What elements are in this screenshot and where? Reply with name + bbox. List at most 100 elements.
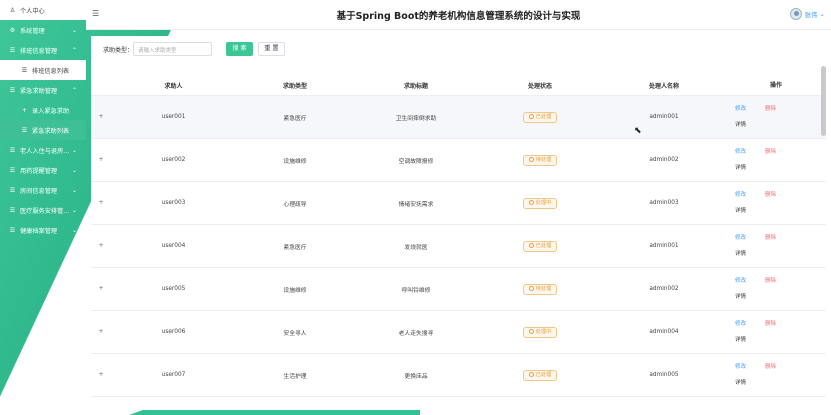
main-content: 求助类型： 请输入求助类型 搜 索 重 置 求助人 求助类型 求助标题 处理状态… <box>91 36 826 410</box>
sidebar-item-label: 健康档案管理 <box>20 227 58 235</box>
cell-user: user006 <box>161 329 186 335</box>
sidebar-item[interactable]: ☰ 房间信息管理 ⌄ <box>0 180 86 200</box>
cell-handler: admin001 <box>649 114 679 120</box>
chevron-up-icon: ⌃ <box>71 86 77 94</box>
search-button[interactable]: 搜 索 <box>226 42 253 56</box>
detail-link[interactable]: 详情 <box>735 249 746 257</box>
gear-icon: ⚙ <box>9 26 16 34</box>
delete-link[interactable]: 删除 <box>765 190 776 198</box>
edit-link[interactable]: 修改 <box>735 276 746 284</box>
expand-row-icon[interactable]: + <box>91 114 111 120</box>
cell-handler: admin003 <box>649 200 679 206</box>
sidebar-item[interactable]: ☰ 排班信息管理 ⌃ <box>0 40 86 60</box>
sidebar-item[interactable]: ☰ 紧急求助列表 <box>0 120 86 140</box>
cell-handler: admin001 <box>649 243 679 249</box>
expand-row-icon[interactable]: + <box>91 329 111 335</box>
cell-title: 情绪安抚需求 <box>398 201 434 208</box>
status-text: 已处理 <box>535 242 552 249</box>
cell-handler: admin002 <box>649 286 679 292</box>
status-badge: 待处理 <box>522 154 558 166</box>
detail-link[interactable]: 详情 <box>735 206 746 214</box>
top-header: ☰ 基于Spring Boot的养老机构信息管理系统的设计与实现 张伟 ⌄ <box>86 0 831 30</box>
sidebar-item-label: 房间信息管理 <box>20 187 58 195</box>
user-name: 张伟 <box>804 11 818 19</box>
table-body: + user001 紧急医疗 卫生间摔倒求助 已处理 admin001 修改 删除 详情 + use… <box>91 96 826 397</box>
user-dropdown[interactable]: 张伟 ⌄ <box>789 8 825 20</box>
cell-handler: admin005 <box>649 372 679 378</box>
sidebar-item[interactable]: ☰ 排班信息列表 <box>0 60 86 80</box>
clock-icon <box>528 328 534 334</box>
table-row[interactable]: + user004 紧急医疗 发烧就医 已处理 admin001 修改 删除 详情 <box>91 225 826 268</box>
status-badge: 处理中 <box>522 197 558 209</box>
edit-link[interactable]: 修改 <box>735 319 746 327</box>
detail-link[interactable]: 详情 <box>735 378 746 386</box>
cell-actions: 修改 删除详情 <box>726 96 826 138</box>
delete-link[interactable]: 删除 <box>765 104 776 112</box>
expand-row-icon[interactable]: + <box>91 372 111 378</box>
table-row[interactable]: + user006 安全寻人 老人走失搜寻 处理中 admin004 修改 删除 详情 <box>91 311 826 354</box>
cell-status: 已处理 <box>478 369 602 381</box>
cell-type: 设施维修 <box>283 287 307 294</box>
search-bar: 求助类型： 请输入求助类型 搜 索 重 置 <box>91 36 826 66</box>
search-type-input[interactable]: 请输入求助类型 <box>133 42 212 56</box>
table-row[interactable]: + user001 紧急医疗 卫生间摔倒求助 已处理 admin001 修改 删除 详情 <box>91 96 826 139</box>
edit-link[interactable]: 修改 <box>735 147 746 155</box>
delete-link[interactable]: 删除 <box>765 362 776 370</box>
clock-icon <box>528 113 534 119</box>
scrollbar[interactable] <box>821 66 826 136</box>
chevron-down-icon: ⌄ <box>71 166 77 174</box>
cell-user: user003 <box>161 200 186 206</box>
table-row[interactable]: + user002 设施维修 空调故障报修 待处理 admin002 修改 删除 详情 <box>91 139 826 182</box>
detail-link[interactable]: 详情 <box>735 292 746 300</box>
expand-row-icon[interactable]: + <box>91 286 111 292</box>
sidebar-item-label: 个人中心 <box>20 7 45 15</box>
sidebar-item[interactable]: ☰ 老人入住与退房... ⌄ <box>0 140 86 160</box>
list-icon: ☰ <box>9 166 16 174</box>
cell-type: 安全寻人 <box>283 330 307 337</box>
status-badge: 待处理 <box>522 283 558 295</box>
sidebar-item[interactable]: + 录入紧急求助 <box>0 100 86 120</box>
edit-link[interactable]: 修改 <box>735 233 746 241</box>
column-header: 处理人名称 <box>648 83 679 90</box>
cell-title: 空调故障报修 <box>398 158 434 165</box>
edit-link[interactable]: 修改 <box>735 362 746 370</box>
cell-user: user002 <box>161 157 186 163</box>
list-icon: ☰ <box>9 86 16 94</box>
sidebar-item[interactable]: ☰ 用药提醒管理 ⌄ <box>0 160 86 180</box>
sidebar-item[interactable]: ⚙ 系统管理 ⌄ <box>0 20 86 40</box>
sidebar-item[interactable]: ☰ 紧急求助管理 ⌃ <box>0 80 86 100</box>
expand-row-icon[interactable]: + <box>91 200 111 206</box>
sidebar-item-label: 系统管理 <box>20 27 45 35</box>
list-icon: ☰ <box>9 146 16 154</box>
sidebar-item-label: 紧急求助管理 <box>20 87 58 95</box>
detail-link[interactable]: 详情 <box>735 120 746 128</box>
reset-button[interactable]: 重 置 <box>258 42 285 56</box>
sidebar-item-label: 排班信息列表 <box>32 67 70 75</box>
cell-actions: 修改 删除详情 <box>726 354 826 396</box>
status-text: 待处理 <box>535 285 552 292</box>
cell-type: 生活护理 <box>283 373 307 380</box>
sidebar-item[interactable]: ☰ 医疗服务安排管... ⌄ <box>0 200 86 220</box>
delete-link[interactable]: 删除 <box>765 233 776 241</box>
list-icon: ☰ <box>9 186 16 194</box>
table-row[interactable]: + user007 生活护理 更换床品 已处理 admin005 修改 删除 详情 <box>91 354 826 397</box>
list-icon: ☰ <box>9 206 16 214</box>
detail-link[interactable]: 详情 <box>735 163 746 171</box>
edit-link[interactable]: 修改 <box>735 190 746 198</box>
sidebar: ♙ 个人中心 ⚙ 系统管理 ⌄ ☰ 排班信息管理 ⌃ ☰ 排班信息列表 ☰ 紧急求助管理 ⌃ + 录入紧急求… <box>0 0 86 415</box>
sidebar-item[interactable]: ♙ 个人中心 <box>0 0 86 20</box>
delete-link[interactable]: 删除 <box>765 276 776 284</box>
expand-row-icon[interactable]: + <box>91 243 111 249</box>
sidebar-item-label: 排班信息管理 <box>20 47 58 55</box>
cell-title: 老人走失搜寻 <box>398 330 434 337</box>
delete-link[interactable]: 删除 <box>765 147 776 155</box>
cell-title: 卫生间摔倒求助 <box>395 115 437 122</box>
expand-row-icon[interactable]: + <box>91 157 111 163</box>
table-row[interactable]: + user003 心理疏导 情绪安抚需求 处理中 admin003 修改 删除 详情 <box>91 182 826 225</box>
sidebar-item[interactable]: ☰ 健康档案管理 ⌄ <box>0 220 86 240</box>
detail-link[interactable]: 详情 <box>735 335 746 343</box>
table-row[interactable]: + user005 设施维修 呼叫铃维修 待处理 admin002 修改 删除 详情 <box>91 268 826 311</box>
edit-link[interactable]: 修改 <box>735 104 746 112</box>
delete-link[interactable]: 删除 <box>765 319 776 327</box>
sidebar-item-label: 老人入住与退房... <box>20 147 70 155</box>
